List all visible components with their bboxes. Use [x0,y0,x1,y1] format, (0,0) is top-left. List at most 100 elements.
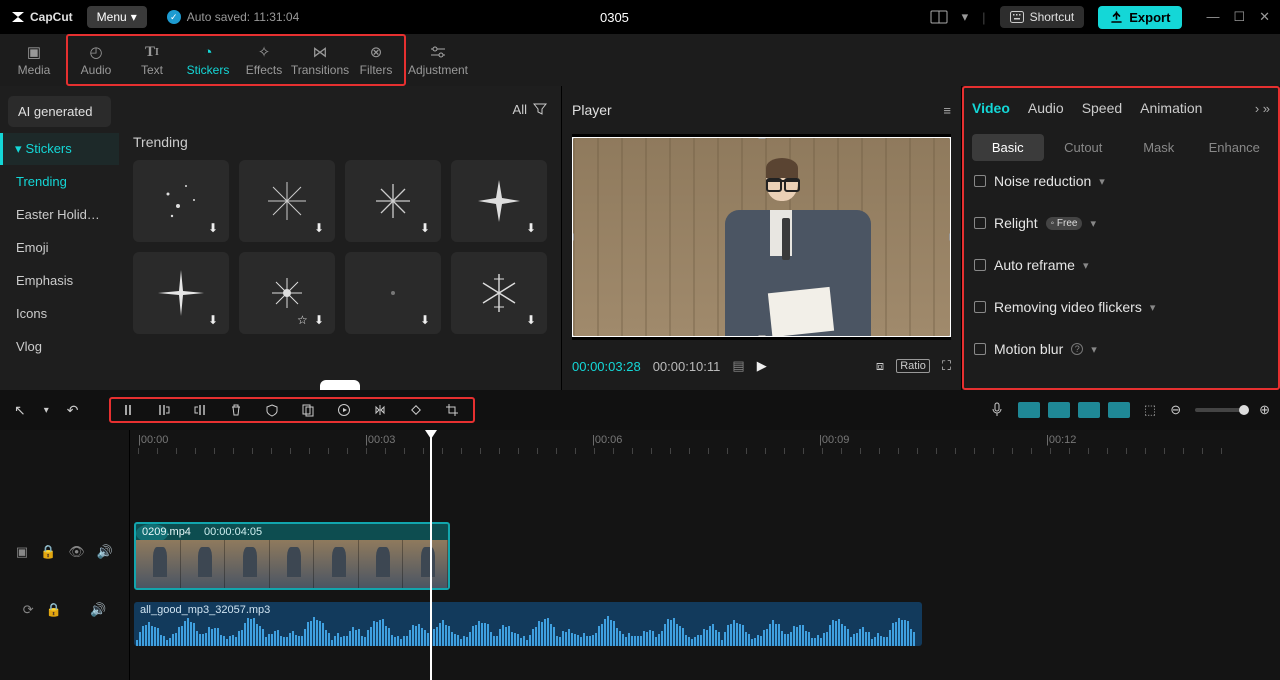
timeline-body[interactable]: |00:00|00:03|00:06|00:09|00:12 0209.mp4 … [130,430,1280,680]
checkbox-icon[interactable] [974,301,986,313]
download-icon[interactable]: ⬇ [526,221,542,237]
split-icon[interactable] [121,403,139,417]
download-icon[interactable]: ⬇ [208,313,224,329]
tab-media[interactable]: ▣ Media [6,36,62,84]
checkbox-icon[interactable] [974,217,986,229]
download-icon[interactable]: ⬇ [420,221,436,237]
download-icon[interactable]: ⬇ [526,313,542,329]
shortcut-button[interactable]: Shortcut [1000,6,1085,28]
lock-icon[interactable]: 🔒 [40,544,56,560]
inspector-tab-animation[interactable]: Animation [1140,100,1202,116]
sidebar-item-icons[interactable]: Icons [0,297,119,330]
option-auto-reframe[interactable]: Auto reframe ▾ [974,257,1268,273]
chevron-down-icon[interactable]: ▾ [40,403,53,418]
option-relight[interactable]: Relight ◦ Free ▾ [974,215,1268,231]
chevron-down-icon[interactable]: ▾ [962,9,969,25]
ratio-button[interactable]: Ratio [896,359,930,373]
tab-text[interactable]: TI Text [124,36,180,84]
mute-icon[interactable]: 🔊 [90,602,106,618]
maximize-icon[interactable]: ☐ [1233,9,1245,25]
inspector-tab-video[interactable]: Video [972,100,1010,116]
sidebar-item-emphasis[interactable]: Emphasis [0,264,119,297]
trim-left-icon[interactable] [157,403,175,417]
ai-generated-button[interactable]: AI generated [8,96,111,127]
link-icon[interactable]: ⟳ [23,602,34,618]
menu-lines-icon[interactable]: ≡ [943,103,951,118]
transform-handles[interactable] [572,137,951,337]
menu-button[interactable]: Menu ▾ [87,6,147,28]
tab-transitions[interactable]: ⋈ Transitions [292,36,348,84]
minimize-icon[interactable]: — [1206,9,1219,25]
zoom-in-icon[interactable]: ⊕ [1259,402,1270,418]
mirror-icon[interactable] [373,403,391,417]
trim-right-icon[interactable] [193,403,211,417]
sub-tab-enhance[interactable]: Enhance [1199,134,1271,161]
sidebar-item-easter[interactable]: Easter Holid… [0,198,119,231]
tab-filters[interactable]: ⊗ Filters [348,36,404,84]
download-icon[interactable]: ⬇ [420,313,436,329]
layout-icon[interactable] [930,10,948,24]
filter-all[interactable]: All [513,102,527,117]
tab-adjustment[interactable]: Adjustment [410,36,466,84]
inspector-tab-audio[interactable]: Audio [1028,100,1064,116]
star-icon[interactable]: ☆ [297,313,313,329]
zoom-out-icon[interactable]: ⊖ [1170,402,1181,418]
sub-tab-cutout[interactable]: Cutout [1048,134,1120,161]
undo-icon[interactable]: ↶ [63,400,83,421]
sub-tab-basic[interactable]: Basic [972,134,1044,161]
sticker-thumb[interactable]: ⬇ [345,252,441,334]
tab-audio[interactable]: ◴ Audio [68,36,124,84]
play-icon[interactable]: ▶ [757,358,767,374]
focus-icon[interactable]: ⧈ [876,358,884,374]
audio-clip[interactable]: all_good_mp3_32057.mp3 [134,602,922,646]
compare-icon[interactable]: ▤ [732,358,744,374]
speed-icon[interactable] [337,403,355,417]
checkbox-icon[interactable] [974,259,986,271]
sidebar-item-vlog[interactable]: Vlog [0,330,119,363]
target-icon[interactable]: ▣ [16,544,28,560]
checkbox-icon[interactable] [974,343,986,355]
sticker-thumb[interactable]: ⬇ [133,160,229,242]
preview-viewport[interactable] [572,134,951,340]
fullscreen-icon[interactable]: ⛶ [942,358,951,374]
option-noise-reduction[interactable]: Noise reduction ▾ [974,173,1268,189]
export-button[interactable]: Export [1098,6,1182,29]
cursor-icon[interactable]: ↖ [10,400,30,421]
sticker-thumb[interactable]: ⬇ [451,252,547,334]
filter-icon[interactable] [533,103,547,115]
sub-tab-mask[interactable]: Mask [1123,134,1195,161]
sticker-thumb[interactable]: ⬇ [345,160,441,242]
sticker-thumb[interactable]: ⬇ [239,160,335,242]
sidebar-group-header[interactable]: ▾Stickers [0,133,119,165]
snap-toggle[interactable] [1108,402,1130,418]
tab-effects[interactable]: ✧ Effects [236,36,292,84]
drag-handle[interactable] [320,380,360,390]
close-icon[interactable]: ✕ [1259,9,1270,25]
checkbox-icon[interactable] [974,175,986,187]
sidebar-item-trending[interactable]: Trending [0,165,119,198]
tab-stickers[interactable]: ◔ Stickers [180,36,236,84]
option-removing-flickers[interactable]: Removing video flickers ▾ [974,299,1268,315]
sidebar-item-emoji[interactable]: Emoji [0,231,119,264]
lock-icon[interactable]: 🔒 [46,602,62,618]
marker-icon[interactable]: ⬚ [1144,402,1156,418]
snap-toggle[interactable] [1018,402,1040,418]
crop-icon[interactable] [445,403,463,417]
copy-icon[interactable] [301,403,319,417]
tracks[interactable]: 0209.mp4 00:00:04:05 all_good_mp3_32057.… [130,456,1280,680]
ruler[interactable]: |00:00|00:03|00:06|00:09|00:12 [130,430,1280,456]
eye-icon[interactable]: 👁 [68,544,85,560]
download-icon[interactable]: ⬇ [314,221,330,237]
zoom-slider[interactable] [1195,408,1245,412]
rotate-icon[interactable] [409,403,427,417]
inspector-more-icon[interactable]: › » [1255,101,1270,116]
delete-icon[interactable] [229,403,247,417]
sticker-thumb[interactable]: ⬇ [451,160,547,242]
video-clip[interactable]: 0209.mp4 00:00:04:05 [134,522,450,590]
download-icon[interactable]: ⬇ [208,221,224,237]
mic-icon[interactable] [990,402,1004,418]
inspector-tab-speed[interactable]: Speed [1082,100,1122,116]
preview-frame[interactable] [572,137,951,337]
shield-icon[interactable] [265,403,283,417]
option-motion-blur[interactable]: Motion blur ? ▾ [974,341,1268,357]
